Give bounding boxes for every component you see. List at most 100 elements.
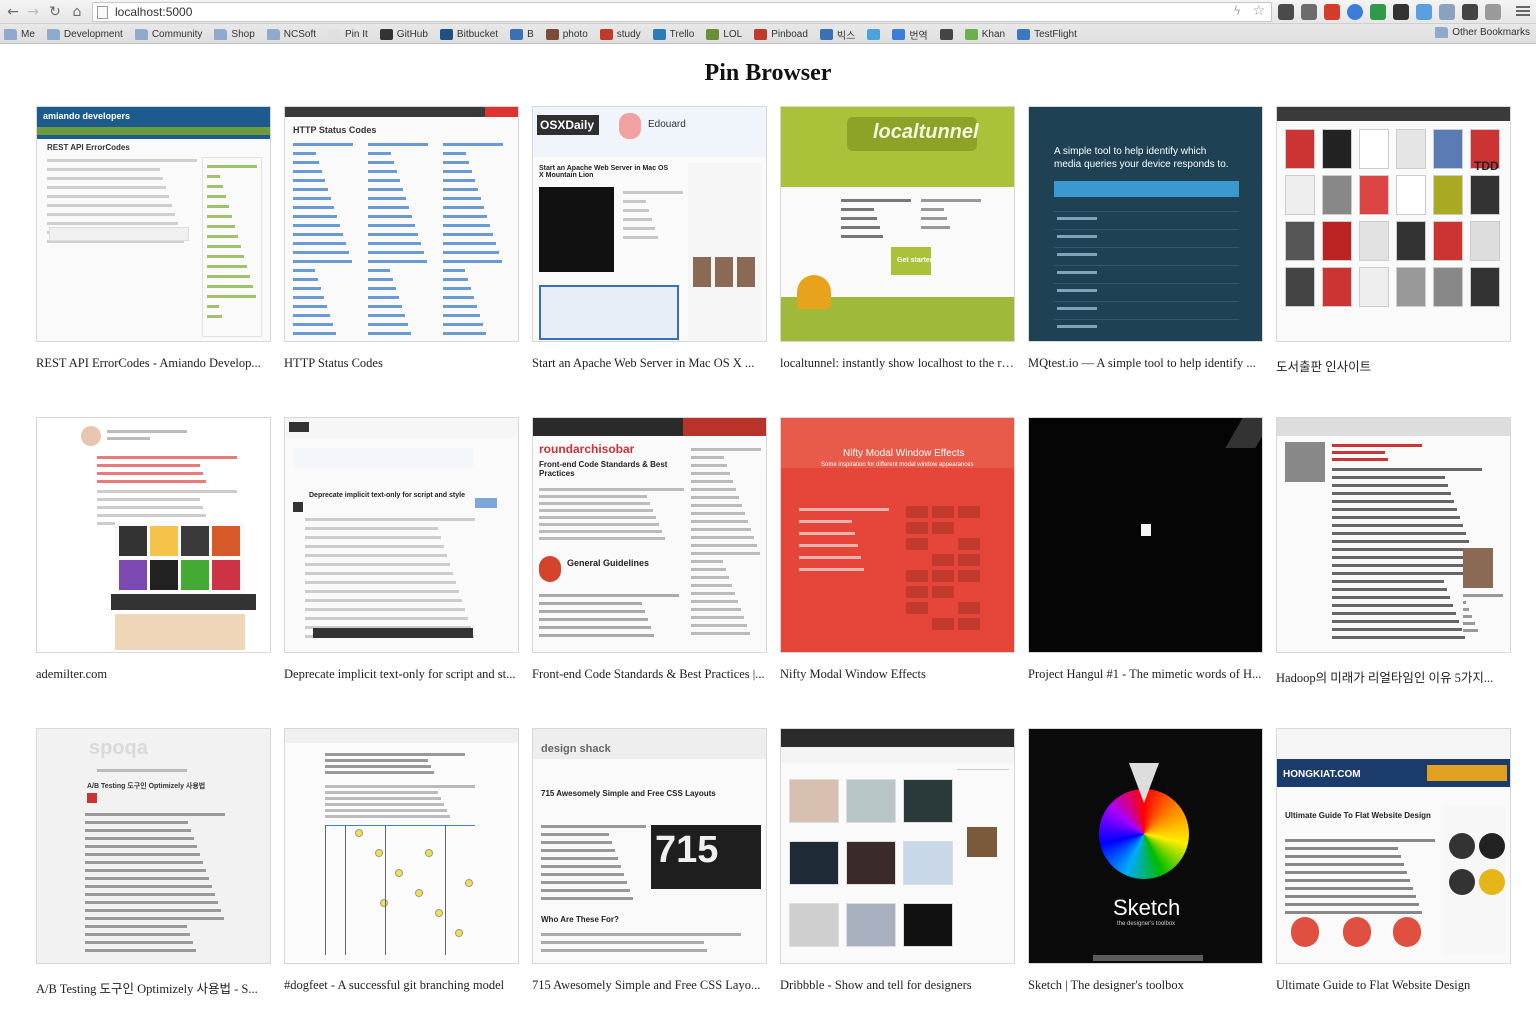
pin-thumbnail[interactable]: TDD: [1276, 106, 1511, 342]
pin-card[interactable]: HONGKIAT.COM Ultimate Guide To Flat Websi…: [1276, 728, 1511, 993]
pin-card[interactable]: HTTP Status Codes HTTP Status Codes: [284, 106, 519, 371]
pin-caption[interactable]: Project Hangul #1 - The mimetic words of…: [1028, 667, 1263, 682]
extension-icon[interactable]: [1485, 4, 1501, 20]
other-bookmarks[interactable]: Other Bookmarks: [1435, 27, 1530, 38]
bookmark-item[interactable]: Shop: [214, 27, 255, 42]
pin-caption[interactable]: Sketch | The designer's toolbox: [1028, 978, 1263, 993]
pin-thumbnail[interactable]: roundarchisobar Front-end Code Standards …: [532, 417, 767, 653]
bookmark-item[interactable]: Bitbucket: [439, 27, 498, 42]
bookmark-item[interactable]: [867, 27, 881, 42]
pin-caption[interactable]: 715 Awesomely Simple and Free CSS Layo..…: [532, 978, 767, 993]
pin-card[interactable]: Dribbble - Show and tell for designers: [780, 728, 1015, 993]
extension-icon[interactable]: [1301, 4, 1317, 20]
pin-card[interactable]: Nifty Modal Window Effects Some inspirati…: [780, 417, 1015, 682]
star-icon[interactable]: ☆: [1252, 3, 1265, 19]
pin-thumbnail[interactable]: OSXDaily Edouard Start an Apache Web Serve…: [532, 106, 767, 342]
reload-icon[interactable]: ↻: [46, 3, 64, 21]
pin-thumbnail[interactable]: [1276, 417, 1511, 653]
pin-card[interactable]: OSXDaily Edouard Start an Apache Web Serve…: [532, 106, 767, 371]
pin-caption[interactable]: 도서출판 인사이트: [1276, 356, 1511, 375]
extension-icon[interactable]: [1416, 4, 1432, 20]
pin-card[interactable]: Hadoop의 미래가 리얼타임인 이유 5가지...: [1276, 417, 1511, 686]
pin-card[interactable]: A simple tool to help identify which med…: [1028, 106, 1263, 371]
pin-caption[interactable]: A/B Testing 도구인 Optimizely 사용법 - S...: [36, 978, 271, 997]
lightning-icon[interactable]: ϟ: [1233, 4, 1241, 18]
pin-caption[interactable]: Dribbble - Show and tell for designers: [780, 978, 1015, 993]
pin-card[interactable]: Deprecate implicit text-only for script …: [284, 417, 519, 682]
extension-icon[interactable]: [1370, 4, 1386, 20]
pin-caption[interactable]: Hadoop의 미래가 리얼타임인 이유 5가지...: [1276, 667, 1511, 686]
text-line: [85, 845, 197, 848]
home-icon[interactable]: ⌂: [68, 3, 86, 21]
bookmark-item[interactable]: 빅스: [819, 27, 855, 42]
bookmark-item[interactable]: Development: [46, 27, 123, 42]
pin-thumbnail[interactable]: [36, 417, 271, 653]
extension-icon[interactable]: [1347, 4, 1363, 20]
pin-caption[interactable]: Ultimate Guide to Flat Website Design: [1276, 978, 1511, 993]
bookmark-item[interactable]: Me: [4, 27, 35, 42]
address-bar[interactable]: localhost:5000 ϟ ☆: [92, 2, 1272, 22]
pin-thumbnail[interactable]: design shack 715 Awesomely Simple and Fre…: [532, 728, 767, 964]
pin-card[interactable]: amiando developers REST API ErrorCodes RES…: [36, 106, 271, 371]
pin-thumbnail[interactable]: localtunnel Get started: [780, 106, 1015, 342]
pin-thumbnail[interactable]: spoqa A/B Testing 도구인 Optimizely 사용법: [36, 728, 271, 964]
menu-icon[interactable]: [1516, 4, 1530, 18]
bookmark-item[interactable]: Pin It: [328, 27, 368, 42]
pin-thumbnail[interactable]: [284, 728, 519, 964]
pin-card[interactable]: design shack 715 Awesomely Simple and Fre…: [532, 728, 767, 993]
url-text[interactable]: localhost:5000: [115, 5, 192, 19]
pin-card[interactable]: localtunnel Get started localtunnel: insta…: [780, 106, 1015, 371]
bookmark-item[interactable]: study: [599, 27, 641, 42]
forward-icon[interactable]: →: [24, 3, 42, 21]
bookmark-item[interactable]: LOL: [706, 27, 742, 42]
extension-icon[interactable]: [1393, 4, 1409, 20]
pin-caption[interactable]: Nifty Modal Window Effects: [780, 667, 1015, 682]
pin-caption[interactable]: HTTP Status Codes: [284, 356, 519, 371]
pin-thumbnail[interactable]: A simple tool to help identify which med…: [1028, 106, 1263, 342]
pin-thumbnail[interactable]: HONGKIAT.COM Ultimate Guide To Flat Websi…: [1276, 728, 1511, 964]
pin-caption[interactable]: Front-end Code Standards & Best Practice…: [532, 667, 767, 682]
bookmark-item[interactable]: photo: [545, 27, 588, 42]
pin-caption[interactable]: MQtest.io — A simple tool to help identi…: [1028, 356, 1263, 371]
bookmark-item[interactable]: Khan: [964, 27, 1005, 42]
bookmark-item[interactable]: 번역: [892, 27, 928, 42]
pin-thumbnail[interactable]: [1028, 417, 1263, 653]
text-line: [368, 197, 406, 200]
pin-card[interactable]: ademilter.com: [36, 417, 271, 682]
bookmark-item[interactable]: Pinboad: [754, 27, 808, 42]
pin-card[interactable]: TDD 도서출판 인사이트: [1276, 106, 1511, 375]
pin-thumbnail[interactable]: amiando developers REST API ErrorCodes: [36, 106, 271, 342]
extension-icon[interactable]: [1324, 4, 1340, 20]
pin-thumbnail[interactable]: [780, 728, 1015, 964]
text-line: [1285, 863, 1404, 866]
extension-icon[interactable]: [1462, 4, 1478, 20]
bookmark-item[interactable]: GitHub: [379, 27, 428, 42]
pin-thumbnail[interactable]: Nifty Modal Window Effects Some inspirati…: [780, 417, 1015, 653]
extension-icon[interactable]: [1439, 4, 1455, 20]
back-icon[interactable]: ←: [4, 3, 22, 21]
pin-thumbnail[interactable]: HTTP Status Codes: [284, 106, 519, 342]
pin-caption[interactable]: #dogfeet - A successful git branching mo…: [284, 978, 519, 993]
pin-caption[interactable]: Start an Apache Web Server in Mac OS X .…: [532, 356, 767, 371]
pin-card[interactable]: Sketch the designer's toolbox Sketch | The…: [1028, 728, 1263, 993]
bookmark-item[interactable]: B: [510, 27, 534, 42]
text-line: [305, 554, 447, 557]
pin-caption[interactable]: Deprecate implicit text-only for script …: [284, 667, 519, 682]
book-cover: [1359, 129, 1389, 169]
pin-caption[interactable]: ademilter.com: [36, 667, 271, 682]
pocket-icon[interactable]: [1278, 4, 1294, 20]
pin-card[interactable]: #dogfeet - A successful git branching mo…: [284, 728, 519, 993]
pin-caption[interactable]: REST API ErrorCodes - Amiando Develop...: [36, 356, 271, 371]
pin-card[interactable]: spoqa A/B Testing 도구인 Optimizely 사용법 A/B T…: [36, 728, 271, 997]
bookmark-item[interactable]: [939, 27, 953, 42]
pin-caption[interactable]: localtunnel: instantly show localhost to…: [780, 356, 1015, 371]
bookmark-item[interactable]: Community: [134, 27, 202, 42]
pin-thumbnail[interactable]: Sketch the designer's toolbox: [1028, 728, 1263, 964]
pin-thumbnail[interactable]: Deprecate implicit text-only for script …: [284, 417, 519, 653]
pin-card[interactable]: Project Hangul #1 - The mimetic words of…: [1028, 417, 1263, 682]
pin-card[interactable]: roundarchisobar Front-end Code Standards …: [532, 417, 767, 682]
bookmark-item[interactable]: Trello: [652, 27, 694, 42]
bookmark-item[interactable]: TestFlight: [1017, 27, 1077, 42]
bookmark-item[interactable]: NCSoft: [266, 27, 316, 42]
bookmark-label: GitHub: [396, 29, 428, 40]
